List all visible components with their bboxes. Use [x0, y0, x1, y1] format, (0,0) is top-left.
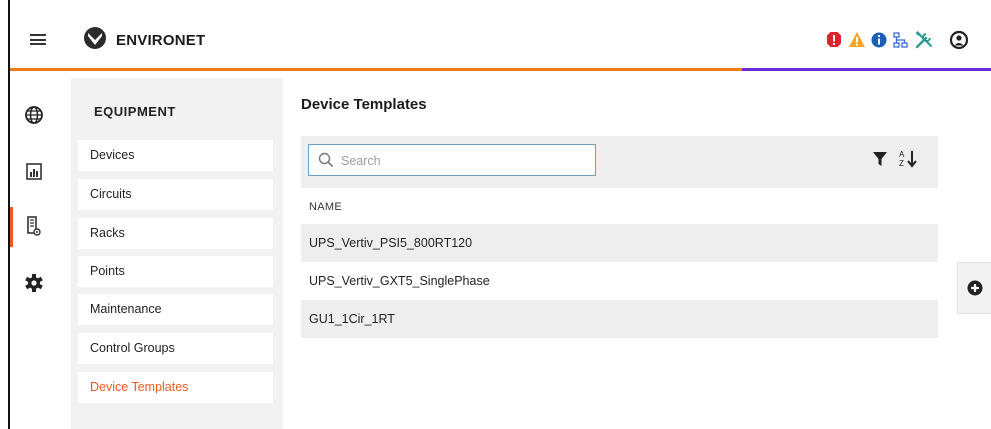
rail-item-equipment[interactable] — [10, 207, 70, 247]
add-circle-icon — [967, 280, 983, 296]
menu-item-device-templates[interactable]: Device Templates — [78, 372, 273, 403]
reports-icon — [26, 163, 42, 180]
menu-item-label: Racks — [90, 226, 125, 240]
brand-bar-purple — [742, 68, 991, 71]
rail-item-reports[interactable] — [10, 153, 70, 193]
table-row[interactable]: UPS_Vertiv_GXT5_SinglePhase — [301, 262, 938, 300]
menu-item-points[interactable]: Points — [78, 256, 273, 287]
equipment-panel: EQUIPMENT Devices Circuits Racks Points … — [71, 78, 283, 429]
rail-item-globe[interactable] — [10, 97, 70, 137]
svg-text:A: A — [899, 150, 905, 159]
top-bar: ENVIRONET — [10, 0, 991, 70]
settings-icon — [25, 274, 43, 292]
menu-item-label: Circuits — [90, 187, 132, 201]
column-header-name[interactable]: NAME — [301, 188, 938, 224]
panel-title: EQUIPMENT — [94, 104, 176, 119]
brand-bar-orange — [10, 68, 742, 71]
add-template-button[interactable] — [957, 262, 991, 314]
table-toolbar: A Z — [301, 136, 938, 188]
app-title: ENVIRONET — [116, 32, 206, 49]
sort-az-icon[interactable]: A Z — [898, 149, 920, 169]
warning-icon[interactable] — [848, 30, 866, 50]
table-row[interactable]: GU1_1Cir_1RT — [301, 300, 938, 338]
menu-item-control-groups[interactable]: Control Groups — [78, 333, 273, 364]
hamburger-menu-icon[interactable] — [30, 34, 46, 45]
templates-table: A Z NAME UPS_Vertiv_PSI5_800RT120 UPS_Ve… — [301, 136, 938, 338]
svg-text:Z: Z — [899, 159, 904, 168]
menu-item-label: Device Templates — [90, 380, 189, 394]
menu-item-label: Devices — [90, 148, 135, 162]
menu-item-label: Maintenance — [90, 302, 162, 316]
rail-item-settings[interactable] — [10, 265, 70, 305]
vertiv-logo-icon — [84, 27, 106, 49]
column-header-label: NAME — [309, 201, 342, 213]
table-row[interactable]: UPS_Vertiv_PSI5_800RT120 — [301, 224, 938, 262]
page-title: Device Templates — [301, 96, 427, 113]
filter-icon[interactable] — [872, 151, 888, 167]
tools-icon[interactable] — [914, 30, 934, 50]
row-name-cell: UPS_Vertiv_PSI5_800RT120 — [309, 236, 473, 250]
menu-item-circuits[interactable]: Circuits — [78, 179, 273, 210]
row-name-cell: GU1_1Cir_1RT — [309, 312, 395, 326]
menu-item-maintenance[interactable]: Maintenance — [78, 294, 273, 325]
rail-active-indicator — [10, 207, 13, 247]
equipment-icon — [27, 216, 41, 236]
menu-item-racks[interactable]: Racks — [78, 218, 273, 249]
menu-item-devices[interactable]: Devices — [78, 140, 273, 171]
network-icon[interactable] — [892, 30, 908, 50]
menu-item-label: Points — [90, 264, 125, 278]
alarm-critical-icon[interactable] — [826, 30, 842, 50]
menu-item-label: Control Groups — [90, 341, 175, 355]
search-input[interactable] — [339, 151, 583, 171]
search-box[interactable] — [308, 144, 596, 176]
globe-icon — [25, 106, 43, 124]
search-icon — [318, 152, 334, 168]
info-icon[interactable] — [871, 30, 887, 50]
user-account-icon[interactable] — [949, 30, 969, 50]
row-name-cell: UPS_Vertiv_GXT5_SinglePhase — [309, 274, 490, 288]
nav-rail — [10, 71, 70, 429]
